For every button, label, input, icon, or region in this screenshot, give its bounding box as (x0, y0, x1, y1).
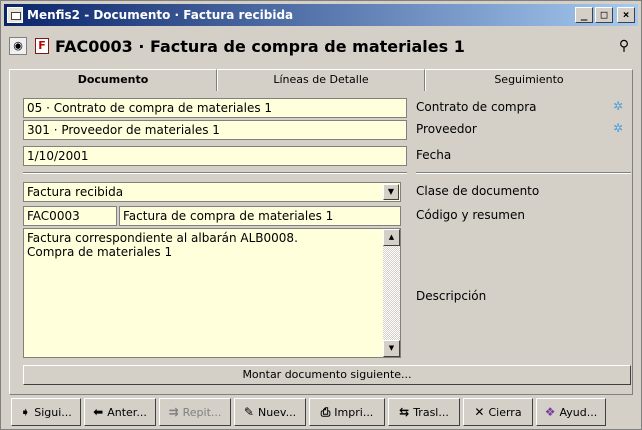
montar-documento-siguiente-button[interactable]: Montar documento siguiente... (23, 365, 631, 385)
app-icon (7, 7, 23, 23)
document-window: Menfis2 - Documento · Factura recibida _… (0, 0, 642, 430)
separator (416, 172, 631, 174)
clase-documento-label: Clase de documento (416, 184, 540, 198)
imprimir-label: Impri... (334, 405, 374, 419)
close-button[interactable]: × (617, 7, 635, 23)
title-bar[interactable]: Menfis2 - Documento · Factura recibida _… (4, 4, 638, 26)
document-header: ◉ F FAC0003 · Factura de compra de mater… (9, 34, 633, 58)
codigo-field[interactable]: FAC0003 (23, 206, 117, 226)
document-title: FAC0003 · Factura de compra de materiale… (55, 36, 465, 56)
arrow-right-icon: ➧ (20, 405, 31, 419)
clase-documento-select[interactable]: Factura recibida ▼ (23, 182, 401, 202)
cierra-label: Cierra (488, 405, 522, 419)
nuevo-label: Nuev... (257, 405, 297, 419)
proveedor-field[interactable]: 301 · Proveedor de materiales 1 (23, 120, 407, 140)
trasladar-label: Trasl... (413, 405, 449, 419)
document-type-icon: F (35, 38, 49, 54)
lookup-icon[interactable]: ✲ (613, 99, 623, 113)
descripcion-textarea[interactable]: Factura correspondiente al albarán ALB00… (23, 228, 401, 358)
nuevo-button[interactable]: ✎ Nuev... (234, 398, 306, 426)
fecha-field[interactable]: 1/10/2001 (23, 146, 407, 166)
descripcion-label: Descripción (416, 289, 487, 303)
contrato-field[interactable]: 05 · Contrato de compra de materiales 1 (23, 98, 407, 118)
repetir-button[interactable]: ⇉ Repit... (159, 398, 231, 426)
trasladar-button[interactable]: ⇆ Trasl... (388, 398, 460, 426)
descripcion-line: Compra de materiales 1 (27, 245, 173, 259)
tab-documento[interactable]: Documento (9, 69, 217, 91)
window-title: Menfis2 - Documento · Factura recibida (27, 8, 294, 22)
cierra-button[interactable]: ✕ Cierra (463, 398, 533, 426)
minimize-button[interactable]: _ (575, 7, 593, 23)
contrato-label: Contrato de compra (416, 100, 537, 114)
tab-bar: Documento Líneas de Detalle Seguimiento (9, 69, 633, 91)
proveedor-label: Proveedor (416, 122, 477, 136)
maximize-button[interactable]: □ (595, 7, 613, 23)
binoculars-icon[interactable]: ⚲ (615, 37, 633, 55)
imprimir-button[interactable]: ⎙ Impri... (309, 398, 385, 426)
bottom-toolbar: ➧ Sigui... ⬅ Anter... ⇉ Repit... ✎ Nuev.… (11, 398, 635, 426)
tab-seguimiento[interactable]: Seguimiento (425, 69, 633, 91)
transfer-icon: ⇆ (399, 405, 410, 419)
lookup-icon[interactable]: ✲ (613, 121, 623, 135)
resumen-field[interactable]: Factura de compra de materiales 1 (119, 206, 401, 226)
anterior-button[interactable]: ⬅ Anter... (84, 398, 156, 426)
descripcion-line: Factura correspondiente al albarán ALB00… (27, 231, 298, 245)
repetir-label: Repit... (182, 405, 222, 419)
repeat-icon: ⇉ (168, 405, 179, 419)
siguiente-label: Sigui... (34, 405, 72, 419)
scroll-down-icon[interactable]: ▼ (383, 340, 400, 357)
help-book-icon: ❖ (544, 405, 556, 419)
separator (23, 172, 407, 174)
printer-icon: ⎙ (320, 404, 331, 419)
arrow-left-icon: ⬅ (93, 405, 104, 419)
anterior-label: Anter... (107, 405, 147, 419)
clase-documento-value: Factura recibida (27, 185, 124, 199)
chevron-down-icon[interactable]: ▼ (383, 184, 399, 200)
codigo-resumen-label: Código y resumen (416, 208, 525, 222)
view-toggle-icon[interactable]: ◉ (9, 37, 27, 55)
vertical-scrollbar[interactable]: ▲ ▼ (383, 229, 400, 357)
close-icon: ✕ (474, 405, 485, 419)
siguiente-button[interactable]: ➧ Sigui... (11, 398, 81, 426)
ayuda-button[interactable]: ❖ Ayud... (536, 398, 606, 426)
new-document-icon: ✎ (243, 405, 254, 419)
ayuda-label: Ayud... (559, 405, 598, 419)
fecha-label: Fecha (416, 148, 452, 162)
scroll-up-icon[interactable]: ▲ (383, 229, 400, 246)
tab-lineas-de-detalle[interactable]: Líneas de Detalle (217, 69, 425, 91)
